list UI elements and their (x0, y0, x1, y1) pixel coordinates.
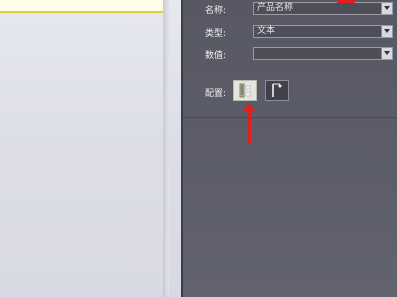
name-label: 名称: (205, 6, 227, 16)
type-label: 类型: (205, 29, 227, 39)
config-label: 配置: (205, 89, 227, 99)
chevron-down-icon[interactable] (381, 26, 392, 37)
name-dropdown[interactable]: 产品名称 (253, 2, 393, 15)
property-editor-icon (239, 83, 251, 98)
property-editor-button[interactable] (233, 80, 257, 101)
data-dropdown[interactable] (253, 47, 393, 60)
app-window: 名称: 产品名称 类型: 文本 数值: 配置: (0, 0, 397, 297)
name-value: 产品名称 (257, 3, 294, 13)
type-dropdown[interactable]: 文本 (253, 25, 393, 38)
chevron-down-icon[interactable] (381, 48, 392, 59)
canvas-edge (163, 0, 169, 297)
field-picker-button[interactable] (265, 80, 289, 101)
selected-element-box[interactable] (0, 0, 165, 13)
annotation-arrow-top (337, 0, 355, 3)
field-picker-icon (272, 83, 282, 97)
data-label: 数值: (205, 51, 227, 61)
section-separator (183, 117, 397, 118)
type-value: 文本 (257, 26, 276, 36)
property-panel (183, 0, 397, 297)
annotation-arrow (248, 108, 251, 144)
chevron-down-icon[interactable] (381, 3, 392, 14)
design-canvas[interactable] (0, 0, 181, 297)
